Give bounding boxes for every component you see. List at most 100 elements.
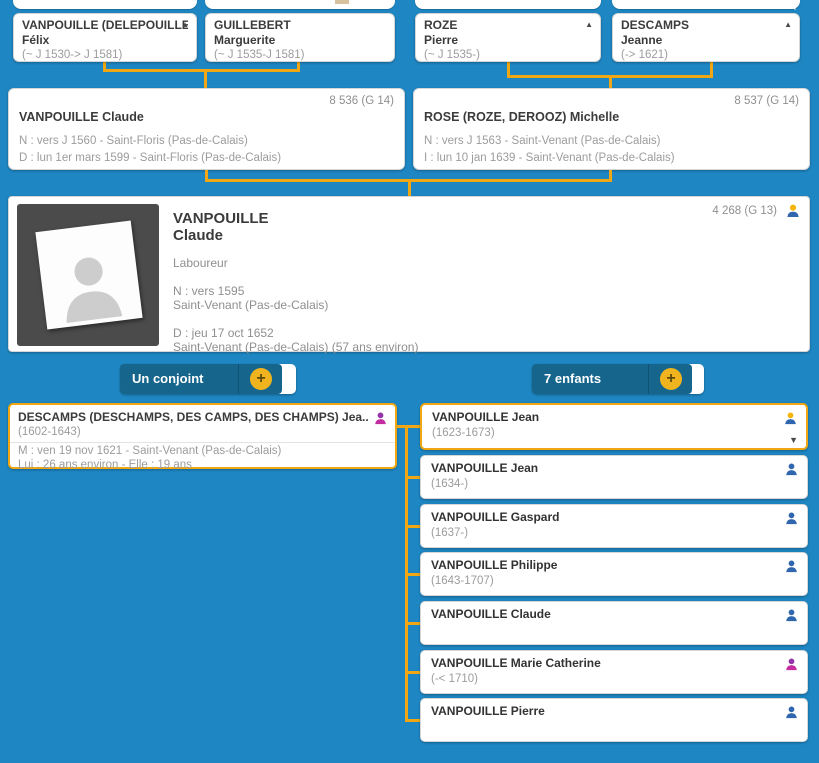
person-icon-female (784, 657, 799, 672)
person-dates: (~ J 1535-J 1581) (214, 48, 386, 63)
add-spouse-button[interactable]: + (250, 368, 272, 390)
child-card[interactable]: VANPOUILLE Marie Catherine (-< 1710) (420, 650, 808, 694)
expand-icon[interactable]: ▼ (789, 435, 798, 445)
burial-line: I : lun 10 jan 1639 - Saint-Venant (Pas-… (424, 152, 675, 164)
connector-line (406, 425, 420, 428)
father-card-vanpouille-claude[interactable]: 8 536 (G 14) VANPOUILLE Claude N : vers … (8, 88, 405, 170)
person-icon-male (784, 608, 799, 623)
clipped-ancestor-card (205, 0, 395, 9)
person-given-name: Marguerite (214, 33, 386, 48)
collapse-icon[interactable]: ▲ (585, 20, 593, 30)
person-given-name: Pierre (424, 33, 592, 48)
death-line: D : jeu 17 oct 1652 (173, 326, 274, 340)
clipped-accent (335, 0, 349, 4)
person-silhouette-icon (47, 239, 134, 328)
birth-line: N : vers J 1563 - Saint-Venant (Pas-de-C… (424, 135, 661, 147)
person-name: VANPOUILLE Philippe (431, 558, 557, 572)
connector-line (609, 75, 612, 89)
children-header[interactable]: 7 enfants + (532, 364, 692, 394)
child-card[interactable]: VANPOUILLE Jean (1623-1673) ▼ (420, 403, 808, 450)
person-surname: VANPOUILLE (173, 210, 269, 227)
person-icon-male (784, 705, 799, 720)
person-name: VANPOUILLE Jean (431, 461, 538, 475)
person-dates: (~ J 1530-> J 1581) (22, 48, 188, 63)
person-dates: (-< 1710) (431, 673, 478, 685)
person-name: VANPOUILLE Claude (431, 607, 551, 621)
person-dates: (-> 1621) (621, 48, 791, 63)
person-name: VANPOUILLE Marie Catherine (431, 656, 601, 670)
connector-line (406, 525, 420, 528)
person-name: VANPOUILLE Gaspard (431, 510, 559, 524)
person-name: VANPOUILLE Pierre (431, 704, 545, 718)
connector-line (408, 179, 411, 196)
birth-line: N : vers 1595 (173, 284, 244, 298)
connector-line (103, 69, 300, 72)
connector-line (406, 622, 420, 625)
child-card[interactable]: VANPOUILLE Jean (1634-) (420, 455, 808, 499)
death-place: Saint-Venant (Pas-de-Calais) (57 ans env… (173, 340, 418, 354)
connector-line (204, 69, 207, 89)
ancestor-card-roze-pierre[interactable]: ROZE Pierre (~ J 1535-) ▲ (415, 13, 601, 62)
person-surname: GUILLEBERT (214, 18, 386, 33)
person-name: DESCAMPS (DESCHAMPS, DES CAMPS, DES CHAM… (18, 410, 369, 424)
marriage-line: M : ven 19 nov 1621 - Saint-Venant (Pas-… (18, 445, 281, 457)
sosa-number: 8 536 (G 14) (329, 95, 394, 107)
filter-icon[interactable] (786, 0, 802, 11)
header-divider (648, 364, 649, 394)
person-given-name: Jeanne (621, 33, 791, 48)
spouses-header-label: Un conjoint (132, 371, 204, 386)
children-header-label: 7 enfants (544, 371, 601, 386)
add-child-button[interactable]: + (660, 368, 682, 390)
ancestor-card-guillebert-marguerite[interactable]: GUILLEBERT Marguerite (~ J 1535-J 1581) (205, 13, 395, 62)
clipped-ancestor-card (612, 0, 800, 9)
clipped-ancestor-card (415, 0, 601, 9)
death-line: D : lun 1er mars 1599 - Saint-Floris (Pa… (19, 152, 281, 164)
connector-line (406, 573, 420, 576)
person-surname: VANPOUILLE (DELEPOUILLE,... (22, 18, 188, 33)
person-name: VANPOUILLE Claude (19, 110, 144, 124)
spouses-header[interactable]: Un conjoint + (120, 364, 282, 394)
mother-card-rose-michelle[interactable]: 8 537 (G 14) ROSE (ROZE, DEROOZ) Michell… (413, 88, 810, 170)
connector-line (406, 476, 420, 479)
focus-person-card[interactable]: VANPOUILLE Claude Laboureur N : vers 159… (8, 196, 810, 352)
sosa-person-icon (783, 411, 798, 426)
person-icon-male (784, 559, 799, 574)
person-dates: (~ J 1535-) (424, 48, 592, 63)
person-dates: (1637-) (431, 527, 468, 539)
child-card[interactable]: VANPOUILLE Gaspard (1637-) (420, 504, 808, 548)
child-card[interactable]: VANPOUILLE Pierre (420, 698, 808, 742)
family-tree-view: VANPOUILLE (DELEPOUILLE,... Félix (~ J 1… (0, 0, 819, 763)
sosa-number: 4 268 (G 13) (712, 205, 777, 217)
sosa-number: 8 537 (G 14) (734, 95, 799, 107)
clipped-ancestor-card (13, 0, 197, 9)
person-icon-female (373, 411, 388, 426)
person-icon-male (784, 462, 799, 477)
person-dates: (1623-1673) (432, 427, 495, 439)
header-divider (238, 364, 239, 394)
child-card[interactable]: VANPOUILLE Claude (420, 601, 808, 645)
person-surname: DESCAMPS (621, 18, 791, 33)
person-name: ROSE (ROZE, DEROOZ) Michelle (424, 110, 619, 124)
ancestor-card-vanpouille-felix[interactable]: VANPOUILLE (DELEPOUILLE,... Félix (~ J 1… (13, 13, 197, 62)
person-name: VANPOUILLE Jean (432, 410, 539, 424)
person-icon-male (784, 511, 799, 526)
connector-line (406, 671, 420, 674)
birth-place: Saint-Venant (Pas-de-Calais) (173, 298, 328, 312)
portrait-placeholder[interactable] (17, 204, 159, 346)
occupation: Laboureur (173, 256, 228, 270)
collapse-icon[interactable]: ▲ (784, 20, 792, 30)
connector-line (406, 719, 420, 722)
spouse-card-descamps-jeanne[interactable]: DESCAMPS (DESCHAMPS, DES CAMPS, DES CHAM… (8, 403, 397, 469)
ancestor-card-descamps-jeanne[interactable]: DESCAMPS Jeanne (-> 1621) ▲ (612, 13, 800, 62)
sosa-person-icon[interactable] (785, 203, 801, 219)
birth-line: N : vers J 1560 - Saint-Floris (Pas-de-C… (19, 135, 248, 147)
marriage-ages-line: Lui : 26 ans environ - Elle : 19 ans (18, 459, 192, 471)
person-dates: (1643-1707) (431, 575, 494, 587)
collapse-icon[interactable]: ▲ (181, 20, 189, 30)
person-surname: ROZE (424, 18, 592, 33)
divider (10, 442, 395, 443)
person-dates: (1602-1643) (18, 426, 81, 438)
person-dates: (1634-) (431, 478, 468, 490)
child-card[interactable]: VANPOUILLE Philippe (1643-1707) (420, 552, 808, 596)
person-given-name: Félix (22, 33, 188, 48)
